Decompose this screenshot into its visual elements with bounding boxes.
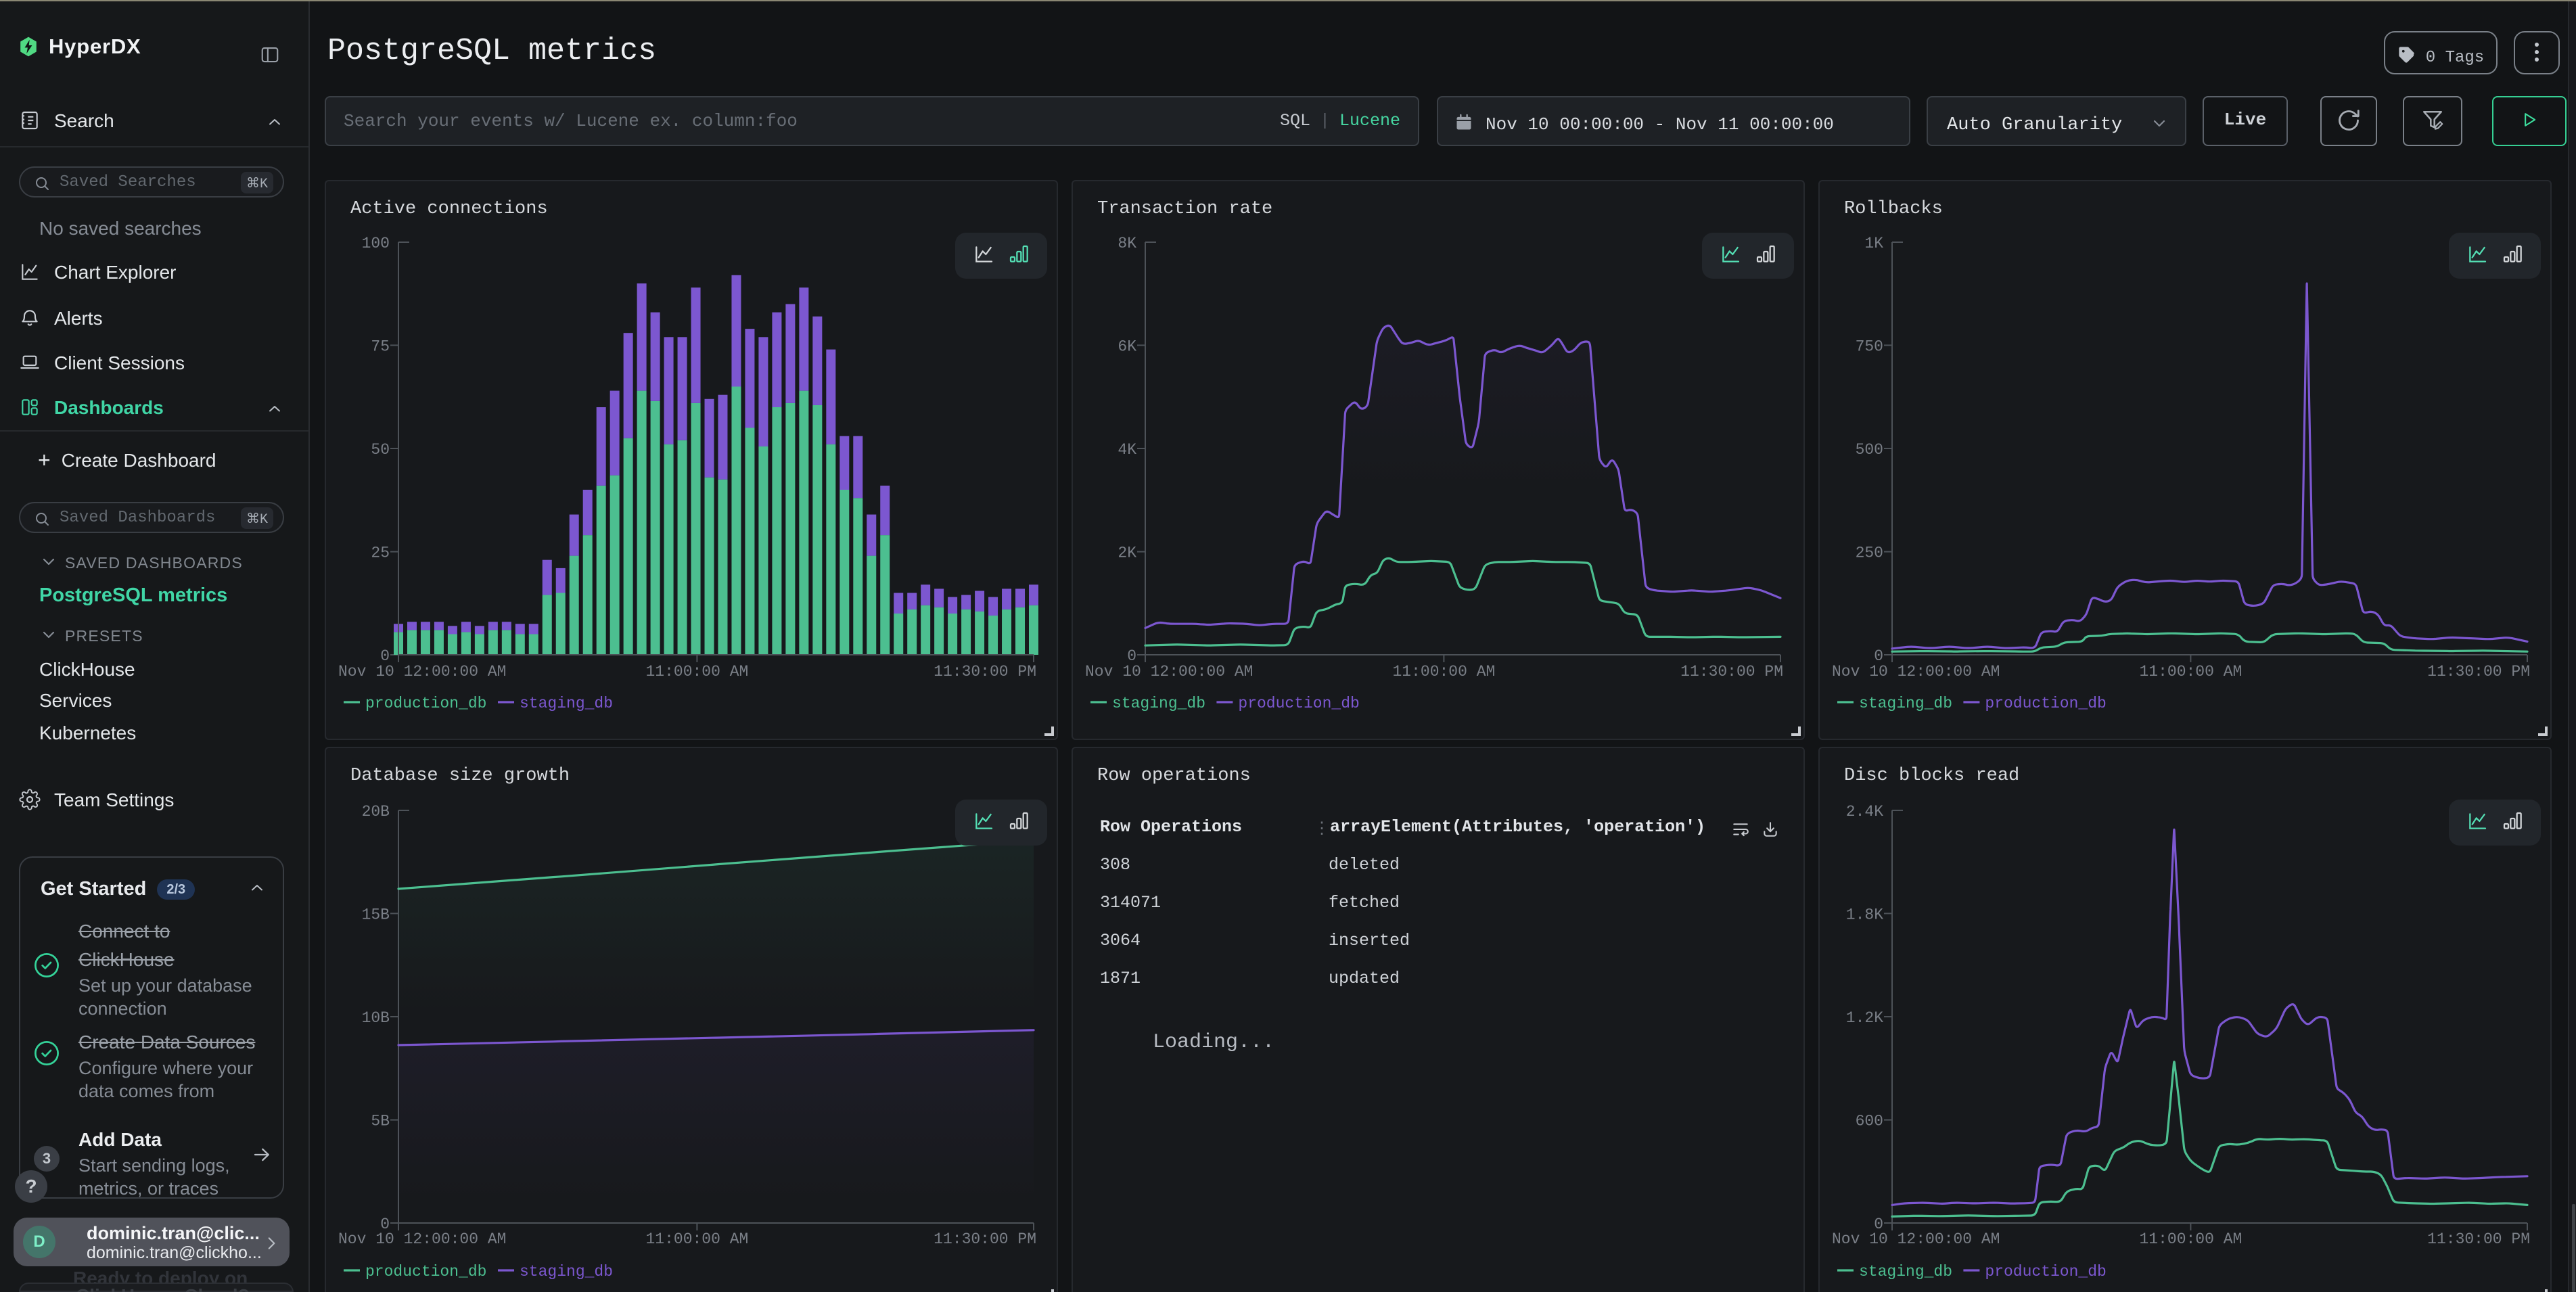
svg-text:15B: 15B — [362, 906, 390, 923]
svg-text:11:30:00 PM: 11:30:00 PM — [1680, 663, 1783, 680]
svg-text:10B: 10B — [362, 1009, 390, 1027]
svg-text:1K: 1K — [1864, 235, 1883, 252]
svg-text:100: 100 — [362, 235, 390, 252]
svg-text:250: 250 — [1856, 545, 1883, 562]
svg-text:11:00:00 AM: 11:00:00 AM — [645, 663, 748, 680]
svg-text:11:30:00 PM: 11:30:00 PM — [2427, 1230, 2530, 1248]
svg-text:production_db: production_db — [365, 695, 486, 712]
svg-text:75: 75 — [371, 338, 390, 355]
svg-text:production_db: production_db — [1985, 1263, 2106, 1281]
svg-text:Nov 10 12:00:00 AM: Nov 10 12:00:00 AM — [338, 1230, 506, 1248]
svg-text:500: 500 — [1856, 441, 1883, 459]
svg-text:2.4K: 2.4K — [1846, 803, 1883, 821]
svg-text:6K: 6K — [1118, 338, 1136, 355]
svg-text:production_db: production_db — [1985, 695, 2106, 712]
svg-text:600: 600 — [1856, 1113, 1883, 1130]
svg-text:Nov 10 12:00:00 AM: Nov 10 12:00:00 AM — [1085, 663, 1253, 680]
svg-text:5B: 5B — [371, 1113, 390, 1130]
svg-text:Nov 10 12:00:00 AM: Nov 10 12:00:00 AM — [1832, 663, 2000, 680]
svg-text:11:00:00 AM: 11:00:00 AM — [645, 1230, 748, 1248]
svg-text:11:00:00 AM: 11:00:00 AM — [2139, 663, 2242, 680]
svg-text:8K: 8K — [1118, 235, 1136, 252]
svg-text:1.2K: 1.2K — [1846, 1009, 1883, 1027]
svg-text:11:00:00 AM: 11:00:00 AM — [1392, 663, 1495, 680]
svg-text:4K: 4K — [1118, 441, 1136, 459]
svg-text:staging_db: staging_db — [1112, 695, 1205, 712]
svg-text:staging_db: staging_db — [520, 1263, 613, 1281]
svg-text:750: 750 — [1856, 338, 1883, 355]
svg-text:20B: 20B — [362, 803, 390, 821]
svg-text:staging_db: staging_db — [1859, 1263, 1952, 1281]
svg-text:11:30:00 PM: 11:30:00 PM — [934, 663, 1036, 680]
svg-text:25: 25 — [371, 545, 390, 562]
svg-text:production_db: production_db — [365, 1263, 486, 1281]
svg-text:staging_db: staging_db — [1859, 695, 1952, 712]
svg-text:11:30:00 PM: 11:30:00 PM — [934, 1230, 1036, 1248]
svg-text:production_db: production_db — [1238, 695, 1359, 712]
svg-text:1.8K: 1.8K — [1846, 906, 1883, 923]
svg-text:2K: 2K — [1118, 545, 1136, 562]
svg-text:11:00:00 AM: 11:00:00 AM — [2139, 1230, 2242, 1248]
svg-text:Nov 10 12:00:00 AM: Nov 10 12:00:00 AM — [1832, 1230, 2000, 1248]
svg-text:50: 50 — [371, 441, 390, 459]
svg-text:11:30:00 PM: 11:30:00 PM — [2427, 663, 2530, 680]
svg-text:Nov 10 12:00:00 AM: Nov 10 12:00:00 AM — [338, 663, 506, 680]
svg-text:staging_db: staging_db — [520, 695, 613, 712]
